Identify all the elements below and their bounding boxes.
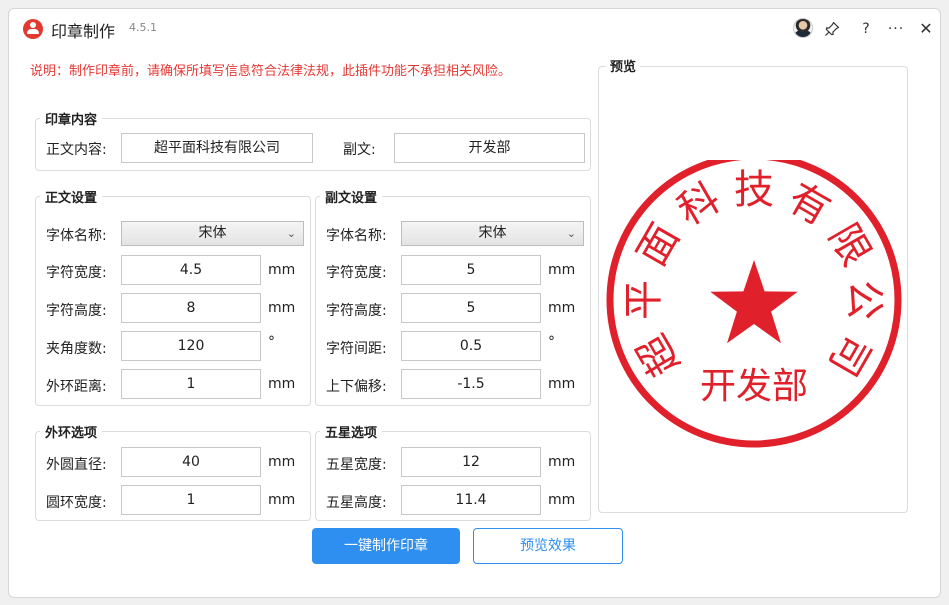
sub-text-label: 副文: xyxy=(343,142,376,158)
preview-title: 预览 xyxy=(606,56,641,75)
chevron-down-icon: ⌄ xyxy=(566,227,576,240)
sub-offset-input[interactable]: -1.5 xyxy=(401,369,541,399)
star-width-label: 五星宽度: xyxy=(326,457,387,473)
pin-icon[interactable] xyxy=(821,18,843,40)
seal-arc-char: 技 xyxy=(734,167,774,213)
seal-arc-char: 科 xyxy=(670,175,728,235)
app-version: 4.5.1 xyxy=(129,21,157,34)
sub-spacing-input[interactable]: 0.5 xyxy=(401,331,541,361)
main-width-unit: mm xyxy=(268,262,296,278)
main-ring-distance-input[interactable]: 1 xyxy=(121,369,261,399)
main-font-value: 宋体 xyxy=(198,225,227,241)
sub-height-unit: mm xyxy=(548,300,576,316)
help-icon[interactable]: ? xyxy=(855,18,877,40)
star-options-title: 五星选项 xyxy=(320,422,383,441)
sub-spacing-unit: ° xyxy=(548,334,555,350)
legal-notice: 说明：制作印章前，请确保所填写信息符合法律法规，此插件功能不承担相关风险。 xyxy=(30,64,512,79)
sub-spacing-label: 字符间距: xyxy=(326,341,387,357)
sub-offset-label: 上下偏移: xyxy=(326,379,387,395)
main-width-label: 字符宽度: xyxy=(46,265,107,281)
sub-text-input[interactable]: 开发部 xyxy=(394,133,585,163)
main-text-label: 正文内容: xyxy=(46,142,107,158)
star-width-unit: mm xyxy=(548,454,576,470)
outer-diameter-input[interactable]: 40 xyxy=(121,447,261,477)
app-title: 印章制作 xyxy=(51,22,116,41)
seal-preview: 超平面科技有限公司 开发部 xyxy=(606,160,902,448)
user-avatar[interactable] xyxy=(793,18,813,38)
sub-offset-unit: mm xyxy=(548,376,576,392)
seal-arc-char: 有 xyxy=(780,175,838,235)
ring-width-label: 圆环宽度: xyxy=(46,495,107,511)
main-settings-title: 正文设置 xyxy=(40,187,103,206)
preview-effect-button[interactable]: 预览效果 xyxy=(473,528,623,564)
ring-width-input[interactable]: 1 xyxy=(121,485,261,515)
sub-font-label: 字体名称: xyxy=(326,228,387,244)
outer-diameter-label: 外圆直径: xyxy=(46,457,107,473)
main-font-select[interactable]: 宋体 ⌄ xyxy=(121,221,304,246)
sub-width-label: 字符宽度: xyxy=(326,265,387,281)
star-height-input[interactable]: 11.4 xyxy=(401,485,541,515)
ring-options-title: 外环选项 xyxy=(40,422,103,441)
more-icon[interactable]: ··· xyxy=(885,18,907,40)
main-angle-unit: ° xyxy=(268,334,275,350)
main-angle-label: 夹角度数: xyxy=(46,341,107,357)
sub-width-unit: mm xyxy=(548,262,576,278)
main-font-label: 字体名称: xyxy=(46,228,107,244)
sub-height-label: 字符高度: xyxy=(326,303,387,319)
ring-width-unit: mm xyxy=(268,492,296,508)
seal-star-icon xyxy=(710,260,798,344)
sub-width-input[interactable]: 5 xyxy=(401,255,541,285)
sub-font-value: 宋体 xyxy=(478,225,507,241)
main-angle-input[interactable]: 120 xyxy=(121,331,261,361)
main-width-input[interactable]: 4.5 xyxy=(121,255,261,285)
app-logo-icon xyxy=(23,19,43,39)
star-height-unit: mm xyxy=(548,492,576,508)
seal-arc-char: 司 xyxy=(819,326,879,384)
content-group-title: 印章内容 xyxy=(40,109,103,128)
sub-height-input[interactable]: 5 xyxy=(401,293,541,323)
outer-diameter-unit: mm xyxy=(268,454,296,470)
main-ring-distance-label: 外环距离: xyxy=(46,379,107,395)
seal-arc-char: 限 xyxy=(819,216,879,274)
main-height-label: 字符高度: xyxy=(46,303,107,319)
star-height-label: 五星高度: xyxy=(326,495,387,511)
seal-bottom-text: 开发部 xyxy=(700,366,808,407)
star-width-input[interactable]: 12 xyxy=(401,447,541,477)
sub-settings-title: 副文设置 xyxy=(320,187,383,206)
title-bar: 印章制作 4.5.1 ? ··· ✕ xyxy=(9,9,940,49)
seal-arc-char: 平 xyxy=(621,280,667,320)
main-height-input[interactable]: 8 xyxy=(121,293,261,323)
main-ring-distance-unit: mm xyxy=(268,376,296,392)
chevron-down-icon: ⌄ xyxy=(286,227,296,240)
seal-arc-char: 公 xyxy=(841,280,887,320)
sub-font-select[interactable]: 宋体 ⌄ xyxy=(401,221,584,246)
close-icon[interactable]: ✕ xyxy=(915,18,937,40)
seal-arc-char: 面 xyxy=(629,216,689,274)
main-height-unit: mm xyxy=(268,300,296,316)
main-text-input[interactable]: 超平面科技有限公司 xyxy=(121,133,313,163)
seal-arc-char: 超 xyxy=(629,326,689,384)
make-seal-button[interactable]: 一键制作印章 xyxy=(312,528,460,564)
